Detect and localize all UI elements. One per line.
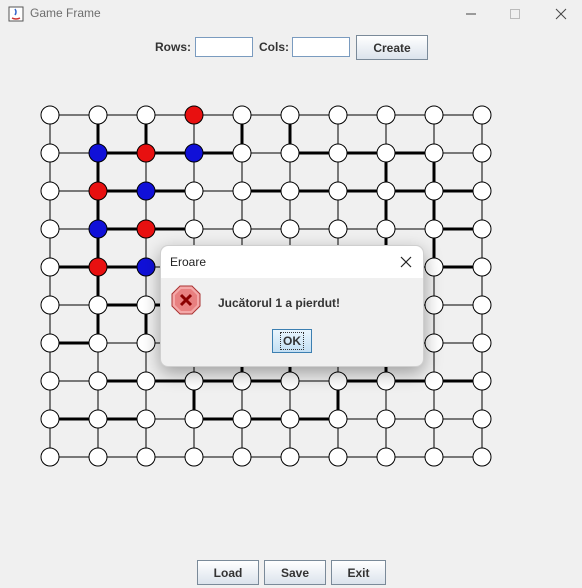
empty-node[interactable] (184, 409, 204, 429)
empty-node[interactable] (472, 143, 492, 163)
close-icon (400, 256, 412, 268)
empty-node[interactable] (40, 143, 60, 163)
empty-node[interactable] (88, 295, 108, 315)
empty-node[interactable] (184, 219, 204, 239)
empty-node[interactable] (88, 333, 108, 353)
empty-node[interactable] (472, 219, 492, 239)
empty-node[interactable] (40, 333, 60, 353)
empty-node[interactable] (40, 105, 60, 125)
empty-node[interactable] (328, 181, 348, 201)
empty-node[interactable] (280, 371, 300, 391)
empty-node[interactable] (328, 371, 348, 391)
empty-node[interactable] (88, 371, 108, 391)
empty-node[interactable] (376, 181, 396, 201)
ok-button-label: OK (280, 332, 304, 350)
empty-node[interactable] (88, 447, 108, 467)
empty-node[interactable] (136, 295, 156, 315)
empty-node[interactable] (328, 143, 348, 163)
empty-node[interactable] (280, 409, 300, 429)
empty-node[interactable] (232, 105, 252, 125)
exit-button[interactable]: Exit (331, 560, 386, 585)
empty-node[interactable] (424, 219, 444, 239)
load-button[interactable]: Load (197, 560, 259, 585)
empty-node[interactable] (376, 409, 396, 429)
empty-node[interactable] (40, 447, 60, 467)
empty-node[interactable] (472, 105, 492, 125)
empty-node[interactable] (472, 447, 492, 467)
save-button[interactable]: Save (264, 560, 326, 585)
empty-node[interactable] (472, 371, 492, 391)
empty-node[interactable] (136, 333, 156, 353)
empty-node[interactable] (40, 181, 60, 201)
empty-node[interactable] (280, 219, 300, 239)
empty-node[interactable] (40, 295, 60, 315)
empty-node[interactable] (472, 257, 492, 277)
empty-node[interactable] (232, 181, 252, 201)
blue-stone[interactable] (184, 143, 204, 163)
dialog-close-button[interactable] (395, 252, 417, 272)
red-stone[interactable] (136, 143, 156, 163)
dialog-title: Eroare (170, 255, 207, 269)
empty-node[interactable] (232, 219, 252, 239)
empty-node[interactable] (424, 333, 444, 353)
empty-node[interactable] (184, 371, 204, 391)
empty-node[interactable] (472, 181, 492, 201)
dialog-header: Eroare (161, 246, 423, 278)
ok-button[interactable]: OK (272, 329, 312, 353)
dialog-message: Jucătorul 1 a pierdut! (218, 296, 341, 310)
empty-node[interactable] (184, 181, 204, 201)
blue-stone[interactable] (136, 257, 156, 277)
empty-node[interactable] (376, 105, 396, 125)
empty-node[interactable] (472, 333, 492, 353)
empty-node[interactable] (136, 371, 156, 391)
empty-node[interactable] (232, 143, 252, 163)
empty-node[interactable] (424, 181, 444, 201)
empty-node[interactable] (376, 219, 396, 239)
red-stone[interactable] (88, 181, 108, 201)
error-icon (171, 285, 201, 315)
empty-node[interactable] (472, 409, 492, 429)
empty-node[interactable] (136, 409, 156, 429)
empty-node[interactable] (376, 143, 396, 163)
empty-node[interactable] (280, 143, 300, 163)
empty-node[interactable] (328, 409, 348, 429)
empty-node[interactable] (184, 447, 204, 467)
empty-node[interactable] (88, 409, 108, 429)
empty-node[interactable] (424, 447, 444, 467)
empty-node[interactable] (232, 447, 252, 467)
empty-node[interactable] (328, 447, 348, 467)
empty-node[interactable] (40, 257, 60, 277)
blue-stone[interactable] (88, 219, 108, 239)
empty-node[interactable] (472, 295, 492, 315)
empty-node[interactable] (88, 105, 108, 125)
empty-node[interactable] (280, 447, 300, 467)
empty-node[interactable] (232, 371, 252, 391)
empty-node[interactable] (136, 105, 156, 125)
empty-node[interactable] (424, 105, 444, 125)
red-stone[interactable] (88, 257, 108, 277)
blue-stone[interactable] (88, 143, 108, 163)
empty-node[interactable] (424, 143, 444, 163)
empty-node[interactable] (424, 295, 444, 315)
empty-node[interactable] (424, 257, 444, 277)
empty-node[interactable] (328, 105, 348, 125)
empty-node[interactable] (136, 447, 156, 467)
empty-node[interactable] (424, 371, 444, 391)
empty-node[interactable] (424, 409, 444, 429)
empty-node[interactable] (328, 219, 348, 239)
empty-node[interactable] (40, 409, 60, 429)
error-dialog: Eroare Jucătorul 1 a pierdut! OK (160, 245, 424, 367)
empty-node[interactable] (280, 181, 300, 201)
empty-node[interactable] (40, 219, 60, 239)
empty-node[interactable] (376, 447, 396, 467)
empty-node[interactable] (376, 371, 396, 391)
empty-node[interactable] (280, 105, 300, 125)
empty-node[interactable] (40, 371, 60, 391)
empty-node[interactable] (232, 409, 252, 429)
red-stone[interactable] (184, 105, 204, 125)
blue-stone[interactable] (136, 181, 156, 201)
red-stone[interactable] (136, 219, 156, 239)
